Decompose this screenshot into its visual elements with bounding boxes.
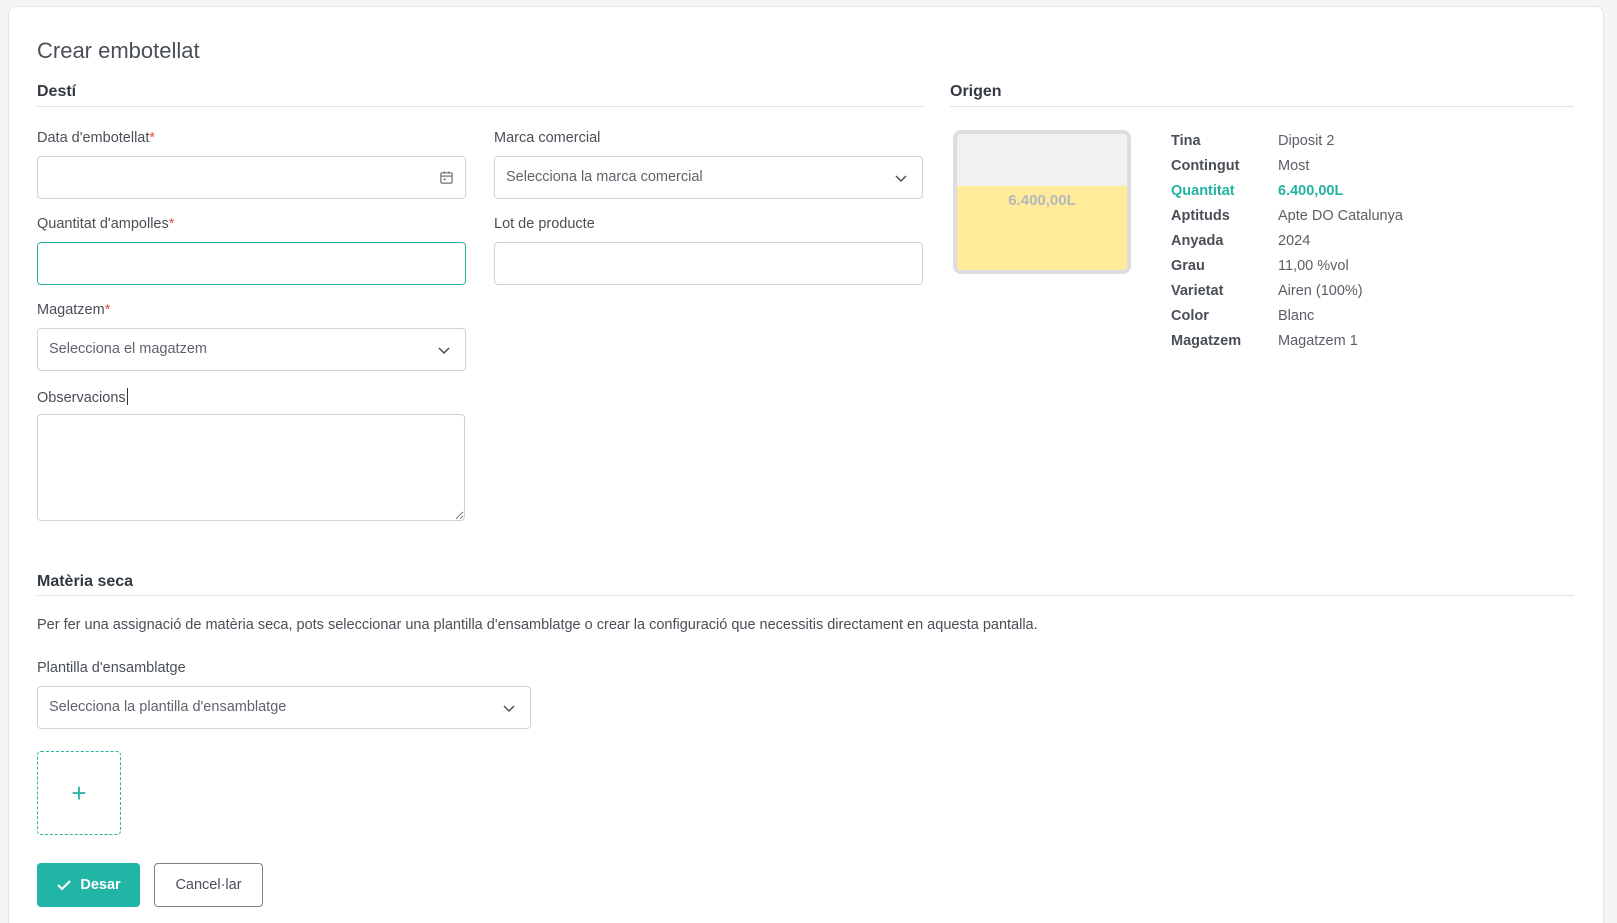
origin-row: Aptituds Apte DO Catalunya xyxy=(1171,208,1591,224)
chevron-down-icon xyxy=(438,347,450,355)
tank-level-label: 6.400,00L xyxy=(1008,192,1076,209)
save-button-label: Desar xyxy=(80,877,121,893)
tank-level-indicator: 6.400,00L xyxy=(953,130,1131,274)
dry-matter-section-title: Matèria seca xyxy=(37,573,134,590)
origin-section-title: Origen xyxy=(950,83,1002,100)
trade-mark-placeholder: Selecciona la marca comercial xyxy=(506,169,703,185)
chevron-down-icon xyxy=(503,705,515,713)
warehouse-select[interactable]: Selecciona el magatzem xyxy=(37,328,466,371)
bottling-date-label: Data d'embotellat* xyxy=(37,130,156,146)
product-lot-label: Lot de producte xyxy=(494,216,595,232)
calendar-icon[interactable] xyxy=(439,170,454,185)
origin-row: Anyada 2024 xyxy=(1171,233,1591,249)
origin-row-value: 11,00 %vol xyxy=(1278,258,1349,274)
warehouse-placeholder: Selecciona el magatzem xyxy=(49,341,207,357)
template-label: Plantilla d'ensamblatge xyxy=(37,660,186,676)
origin-row-value: Diposit 2 xyxy=(1278,133,1335,149)
bottle-quantity-label: Quantitat d'ampolles* xyxy=(37,216,175,232)
origin-row: Varietat Airen (100%) xyxy=(1171,283,1591,299)
required-marker: * xyxy=(149,130,156,146)
origin-row-value: 6.400,00L xyxy=(1278,183,1344,199)
destination-section-title: Destí xyxy=(37,83,77,100)
destination-divider xyxy=(37,106,925,107)
origin-row: Color Blanc xyxy=(1171,308,1591,324)
required-marker: * xyxy=(168,216,175,232)
check-icon xyxy=(57,880,72,891)
template-select[interactable]: Selecciona la plantilla d'ensamblatge xyxy=(37,686,531,729)
dry-matter-divider xyxy=(37,595,1574,596)
origin-row-key: Aptituds xyxy=(1171,208,1230,224)
origin-row-value: Blanc xyxy=(1278,308,1315,324)
origin-row-value: Magatzem 1 xyxy=(1278,333,1358,349)
bottle-quantity-input[interactable] xyxy=(37,242,466,285)
origin-row-key: Magatzem xyxy=(1171,333,1242,349)
required-marker: * xyxy=(104,302,111,318)
origin-row: Contingut Most xyxy=(1171,158,1591,174)
cancel-button[interactable]: Cancel·lar xyxy=(154,863,263,907)
origin-row: Grau 11,00 %vol xyxy=(1171,258,1591,274)
plus-icon: + xyxy=(71,777,87,808)
page-title: Crear embotellat xyxy=(37,38,200,63)
origin-row-value: Airen (100%) xyxy=(1278,283,1363,299)
origin-row-key: Quantitat xyxy=(1171,183,1235,199)
save-button[interactable]: Desar xyxy=(37,863,140,907)
origin-row-key: Tina xyxy=(1171,133,1201,149)
origin-row-key: Color xyxy=(1171,308,1209,324)
text-caret xyxy=(126,388,128,405)
origin-row: Quantitat 6.400,00L xyxy=(1171,183,1591,199)
observations-label: Observacions xyxy=(37,388,128,406)
origin-row-key: Anyada xyxy=(1171,233,1224,249)
cancel-button-label: Cancel·lar xyxy=(175,877,242,893)
warehouse-label: Magatzem* xyxy=(37,302,111,318)
origin-row-value: Most xyxy=(1278,158,1310,174)
bottling-date-input[interactable] xyxy=(37,156,466,199)
trade-mark-label: Marca comercial xyxy=(494,130,601,146)
dry-matter-description: Per fer una assignació de matèria seca, … xyxy=(37,617,1038,633)
origin-row: Tina Diposit 2 xyxy=(1171,133,1591,149)
origin-row-key: Contingut xyxy=(1171,158,1240,174)
origin-row-value: 2024 xyxy=(1278,233,1311,249)
origin-row: Magatzem Magatzem 1 xyxy=(1171,333,1591,349)
origin-row-key: Grau xyxy=(1171,258,1205,274)
add-dry-matter-button[interactable]: + xyxy=(37,751,121,835)
origin-row-key: Varietat xyxy=(1171,283,1224,299)
observations-textarea[interactable] xyxy=(37,414,465,521)
template-placeholder: Selecciona la plantilla d'ensamblatge xyxy=(49,699,287,715)
origin-divider xyxy=(950,106,1574,107)
origin-row-value: Apte DO Catalunya xyxy=(1278,208,1403,224)
trade-mark-select[interactable]: Selecciona la marca comercial xyxy=(494,156,923,199)
product-lot-input[interactable] xyxy=(494,242,923,285)
chevron-down-icon xyxy=(895,175,907,183)
